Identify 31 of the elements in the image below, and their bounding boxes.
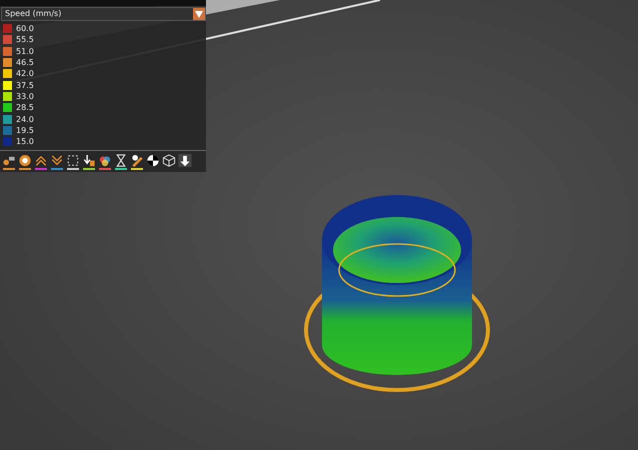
- download-icon: [82, 154, 96, 168]
- toolbar-button[interactable]: [130, 154, 144, 170]
- toolbar-button[interactable]: [50, 154, 64, 170]
- target-icon: [146, 154, 160, 168]
- hourglass-icon: [114, 154, 128, 168]
- chevron-down-icon: [50, 154, 64, 168]
- legend-value: 60.0: [16, 24, 34, 34]
- toolbar-button[interactable]: [66, 154, 80, 170]
- view-type-dropdown[interactable]: Speed (mm/s): [1, 7, 206, 21]
- shell-icon: [18, 154, 32, 168]
- dropdown-arrow-icon: [195, 10, 203, 18]
- arrow-down-icon: [178, 154, 192, 168]
- toolbar-button[interactable]: [114, 154, 128, 170]
- toolbar-button[interactable]: [2, 154, 16, 170]
- legend-value: 19.5: [16, 126, 34, 135]
- legend-value: 15.0: [16, 137, 34, 146]
- color-wheel-icon: [98, 154, 112, 168]
- legend-value: 28.5: [16, 103, 34, 112]
- legend-value: 51.0: [16, 46, 34, 56]
- toolbar-button[interactable]: [34, 154, 48, 170]
- toolbar-button[interactable]: [82, 154, 96, 170]
- chevron-up-icon: [34, 154, 48, 168]
- legend-value: 33.0: [16, 92, 34, 101]
- legend-value: 24.0: [16, 114, 34, 124]
- toolbar-button[interactable]: [98, 154, 112, 170]
- legend-value: 46.5: [16, 58, 34, 68]
- legend-value: 37.5: [16, 80, 34, 90]
- toolbar-button[interactable]: [18, 154, 32, 170]
- legend-value: 55.5: [16, 35, 34, 44]
- cube-icon: [162, 154, 176, 168]
- legend-value: 42.0: [16, 69, 34, 78]
